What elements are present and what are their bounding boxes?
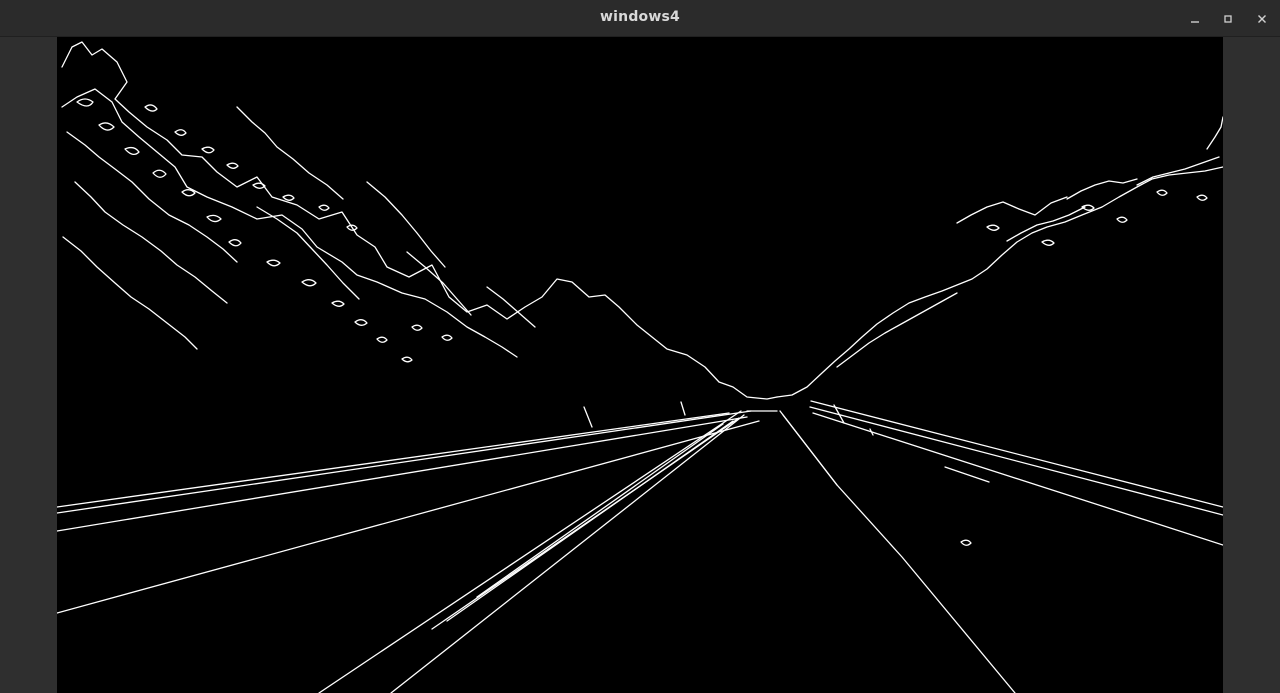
minimize-button[interactable] <box>1186 10 1204 28</box>
window-content <box>0 37 1280 693</box>
edge-detection-image <box>57 37 1223 693</box>
title-bar[interactable]: windows4 <box>0 0 1280 37</box>
edge-map-svg <box>57 37 1223 693</box>
close-icon <box>1257 14 1267 24</box>
app-window: windows4 <box>0 0 1280 693</box>
close-button[interactable] <box>1253 10 1271 28</box>
maximize-icon <box>1223 14 1233 24</box>
window-title: windows4 <box>600 9 680 25</box>
maximize-button[interactable] <box>1219 10 1237 28</box>
minimize-icon <box>1190 14 1200 24</box>
